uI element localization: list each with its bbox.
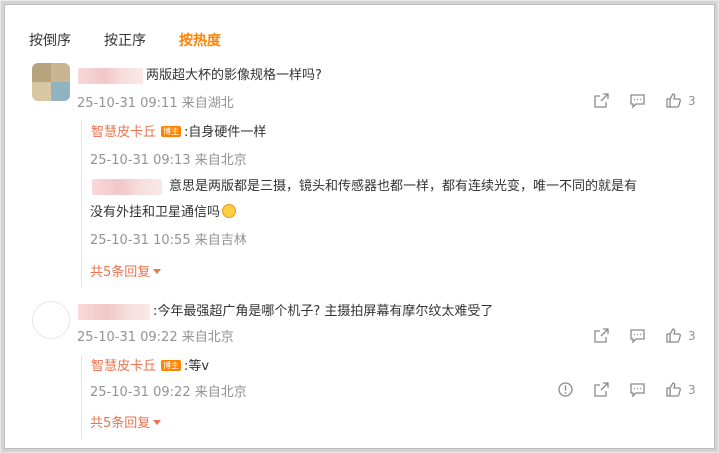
emoji-icon <box>222 204 237 218</box>
like-button[interactable]: 3 <box>665 92 696 109</box>
alert-icon <box>557 381 574 398</box>
comment-icon <box>629 381 646 398</box>
sort-reverse-tab[interactable]: 按倒序 <box>29 31 71 51</box>
more-replies-link[interactable]: 共5条回复 <box>90 415 162 433</box>
comment-meta: 25-10-31 09:11 来自湖北 <box>77 96 234 111</box>
thumbs-up-icon <box>665 92 682 109</box>
comment-button[interactable] <box>629 327 646 344</box>
comment-meta: 25-10-31 09:22 来自北京 <box>77 330 234 345</box>
reply-actions: 3 <box>538 381 696 398</box>
comment-icon <box>629 327 646 344</box>
sort-forward-tab[interactable]: 按正序 <box>104 31 146 51</box>
like-button[interactable]: 3 <box>665 381 696 398</box>
reply-text: :自身硬件一样 <box>184 125 267 140</box>
reply-meta: 25-10-31 09:13 来自北京 <box>90 153 247 168</box>
sort-bar: 按倒序 按正序 按热度 <box>29 31 254 51</box>
like-count: 3 <box>688 93 696 108</box>
comment-button[interactable] <box>629 381 646 398</box>
share-icon <box>593 327 610 344</box>
thumbs-up-icon <box>665 327 682 344</box>
share-button[interactable] <box>593 327 610 344</box>
comment-icon <box>629 92 646 109</box>
like-count: 3 <box>688 328 696 343</box>
reply-item: 智慧皮卡丘 博主:等v <box>91 357 209 377</box>
chevron-down-icon <box>153 269 162 274</box>
blurred-username[interactable] <box>92 179 162 195</box>
blogger-badge: 博主 <box>161 126 182 137</box>
reply-author-name[interactable]: 智慧皮卡丘 <box>91 359 156 374</box>
reply-text: 没有外挂和卫星通信吗 <box>90 203 237 223</box>
chevron-down-icon <box>153 420 162 425</box>
reply-item: 智慧皮卡丘 博主:自身硬件一样 <box>91 123 266 143</box>
share-button[interactable] <box>593 92 610 109</box>
comment-text: 两版超大杯的影像规格一样吗? <box>146 68 322 83</box>
comment-actions: 3 <box>574 327 696 344</box>
comment-panel: 按倒序 按正序 按热度 两版超大杯的影像规格一样吗? 25-10-31 09:1… <box>4 4 715 449</box>
reply-text-line2: 没有外挂和卫星通信吗 <box>90 205 221 220</box>
thumbs-up-icon <box>665 381 682 398</box>
more-replies-label: 共5条回复 <box>90 265 151 280</box>
share-icon <box>593 92 610 109</box>
blogger-badge: 博主 <box>161 360 182 371</box>
reply-text: :等v <box>184 359 210 374</box>
reply-author-name[interactable]: 智慧皮卡丘 <box>91 125 156 140</box>
avatar[interactable] <box>32 301 70 339</box>
avatar[interactable] <box>32 63 70 101</box>
reply-text: 意思是两版都是三摄，镜头和传感器也都一样，都有连续光变，唯一不同的就是有 <box>169 179 638 194</box>
comment-text: :今年最强超广角是哪个机子? 主摄拍屏幕有摩尔纹太难受了 <box>153 304 494 319</box>
reply-meta: 25-10-31 09:22 来自北京 <box>90 385 247 400</box>
like-count: 3 <box>688 382 696 397</box>
reply-meta: 25-10-31 10:55 来自吉林 <box>90 233 247 248</box>
like-button[interactable]: 3 <box>665 327 696 344</box>
share-icon <box>593 381 610 398</box>
more-replies-label: 共5条回复 <box>90 416 151 431</box>
sort-hot-tab[interactable]: 按热度 <box>179 31 221 51</box>
blurred-username[interactable] <box>78 304 150 320</box>
comment-actions: 3 <box>574 92 696 109</box>
blurred-username[interactable] <box>78 68 143 84</box>
report-button[interactable] <box>557 381 574 398</box>
share-button[interactable] <box>593 381 610 398</box>
more-replies-link[interactable]: 共5条回复 <box>90 264 162 282</box>
comment-button[interactable] <box>629 92 646 109</box>
